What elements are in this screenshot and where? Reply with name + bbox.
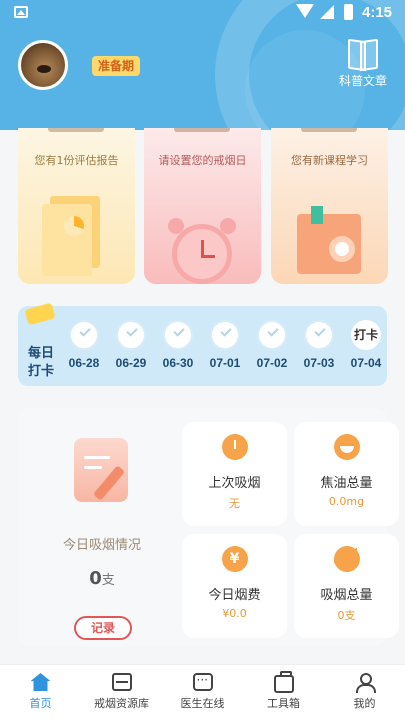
status-bar: 4:15 [0, 0, 405, 26]
card-title-fragment [48, 128, 104, 132]
checkin-badge: 每日 打卡 [22, 302, 62, 380]
checkin-date: 06-30 [162, 356, 194, 370]
home-icon [30, 673, 51, 691]
feature-cards: 您有1份评估报告 请设置您的戒烟日 您有新课程学习 [0, 128, 405, 288]
checkin-day: 06-30 [156, 320, 200, 370]
checkin-day: 06-28 [62, 320, 106, 370]
stat-last-smoke[interactable]: 上次吸烟 无 [182, 422, 287, 526]
stat-today-cost[interactable]: ¥ 今日烟费 ¥0.0 [182, 534, 287, 638]
card-desc: 请设置您的戒烟日 [158, 154, 247, 167]
stat-value: 0支 [337, 609, 356, 622]
book-icon [347, 40, 379, 68]
library-icon [111, 673, 132, 691]
stat-label: 今日烟费 [208, 588, 261, 603]
tab-doctor-online[interactable]: 医生在线 [162, 673, 243, 711]
report-icon [40, 190, 104, 276]
course-card[interactable]: 您有新课程学习 [271, 128, 388, 284]
checkin-day: 06-29 [109, 320, 153, 370]
checkin-day: 07-02 [250, 320, 294, 370]
status-time: 4:15 [362, 4, 393, 21]
stat-label: 上次吸烟 [208, 476, 261, 491]
alarm-clock-icon [166, 218, 238, 284]
course-folder-icon [297, 206, 367, 276]
checkin-date: 07-03 [303, 356, 335, 370]
card-title-fragment [174, 128, 230, 132]
cigarette-icon [333, 546, 360, 572]
stat-total-smoked[interactable]: 吸烟总量 0支 [294, 534, 399, 638]
check-circle-icon [304, 320, 334, 350]
tab-mine[interactable]: 我的 [324, 673, 405, 711]
signal-icon [320, 5, 334, 19]
science-articles-button[interactable]: 科普文章 [332, 40, 394, 89]
count-value: 0 [89, 568, 102, 589]
checkin-date: 07-01 [209, 356, 241, 370]
today-smoking-title: 今日吸烟情况 [62, 538, 141, 553]
check-circle-icon [163, 320, 193, 350]
chat-icon [192, 673, 213, 691]
check-circle-icon [257, 320, 287, 350]
tab-label: 医生在线 [180, 697, 225, 710]
stat-label: 吸烟总量 [320, 588, 373, 603]
checkin-date: 07-04 [350, 356, 382, 370]
today-smoking-box: 今日吸烟情况 0支 记录 [32, 428, 172, 640]
today-smoking-count: 0支 [32, 568, 172, 589]
card-desc: 您有1份评估报告 [34, 154, 119, 167]
checkin-day: 07-03 [297, 320, 341, 370]
record-button[interactable]: 记录 [74, 616, 132, 640]
tab-label: 首页 [29, 697, 52, 710]
check-circle-icon [116, 320, 146, 350]
stat-value: 0.0mg [328, 495, 365, 508]
checkin-date: 06-28 [68, 356, 100, 370]
image-notification-icon [14, 6, 28, 18]
tab-home[interactable]: 首页 [0, 673, 81, 711]
tab-label: 戒烟资源库 [94, 697, 149, 710]
smoking-stats-panel: 今日吸烟情况 0支 记录 上次吸烟 无 焦油总量 0.0mg ¥ 今日烟费 ¥0… [18, 408, 399, 646]
stat-value: 无 [229, 497, 240, 510]
check-circle-icon [210, 320, 240, 350]
tab-label: 工具箱 [267, 697, 300, 710]
wifi-icon [296, 4, 314, 18]
checkin-date: 06-29 [115, 356, 147, 370]
daily-checkin: 每日 打卡 06-28 06-29 06-30 07-01 07-02 07-0… [18, 302, 388, 386]
stage-badge: 准备期 [92, 56, 141, 76]
stat-label: 焦油总量 [320, 476, 373, 491]
checkin-title-line2: 打卡 [28, 364, 55, 379]
note-pen-icon [70, 438, 134, 508]
yuan-coin-icon: ¥ [221, 546, 248, 572]
checkin-title-line1: 每日 [28, 346, 55, 361]
checkin-button[interactable]: 打卡 [351, 320, 381, 350]
check-circle-icon [69, 320, 99, 350]
stat-tar-total[interactable]: 焦油总量 0.0mg [294, 422, 399, 526]
checkin-day: 07-01 [203, 320, 247, 370]
card-desc: 您有新课程学习 [291, 154, 368, 167]
bottom-tab-bar: 首页 戒烟资源库 医生在线 工具箱 我的 [0, 664, 405, 720]
checkin-day-today: 打卡 07-04 [344, 320, 388, 370]
flag-icon [24, 302, 56, 326]
avatar[interactable] [18, 40, 68, 90]
user-icon [355, 673, 376, 693]
toolbox-icon [273, 671, 294, 693]
tab-toolbox[interactable]: 工具箱 [243, 671, 324, 711]
tab-label: 我的 [353, 697, 376, 710]
tab-resources[interactable]: 戒烟资源库 [81, 673, 162, 711]
stopwatch-icon [221, 434, 248, 460]
assessment-report-card[interactable]: 您有1份评估报告 [18, 128, 135, 284]
battery-icon [344, 4, 353, 20]
checkin-date: 07-02 [256, 356, 288, 370]
tar-drop-icon [333, 434, 360, 460]
quit-day-card[interactable]: 请设置您的戒烟日 [144, 128, 261, 284]
card-title-fragment [301, 128, 357, 132]
count-unit: 支 [101, 573, 115, 588]
stat-value: ¥0.0 [222, 607, 247, 620]
science-articles-label: 科普文章 [338, 74, 387, 88]
